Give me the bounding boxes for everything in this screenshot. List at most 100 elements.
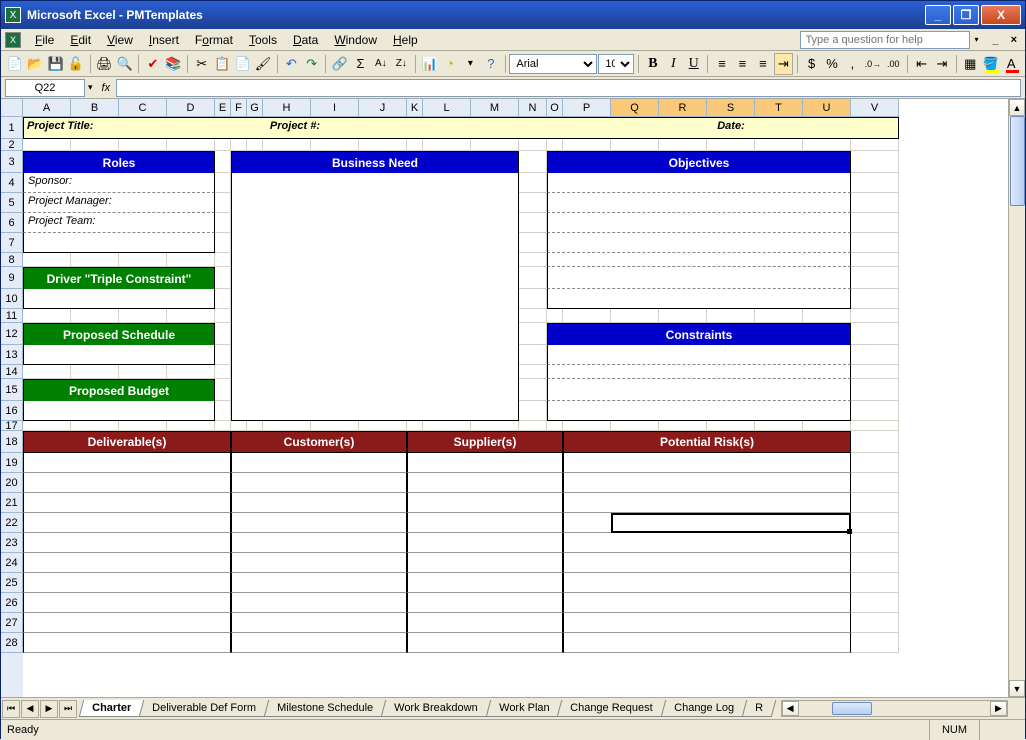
menu-file[interactable]: File (27, 30, 62, 50)
cell-V28[interactable] (851, 633, 899, 653)
sort-desc-button[interactable]: Z↓ (392, 53, 411, 75)
row-header-28[interactable]: 28 (1, 633, 23, 653)
cell-E6[interactable] (215, 213, 231, 233)
row-header-25[interactable]: 25 (1, 573, 23, 593)
deliverables-header[interactable]: Deliverable(s) (23, 431, 231, 453)
row-header-6[interactable]: 6 (1, 213, 23, 233)
risks-row-26[interactable] (563, 593, 851, 613)
cell-Q17[interactable] (611, 421, 659, 431)
cell-V3[interactable] (851, 151, 899, 173)
cell-N7[interactable] (519, 233, 547, 253)
suppliers-row-22[interactable] (407, 513, 563, 533)
cell-E12[interactable] (215, 323, 231, 345)
window-minimize-button[interactable]: _ (925, 5, 951, 25)
constraints-row-14[interactable] (547, 365, 851, 379)
row-header-10[interactable]: 10 (1, 289, 23, 309)
risks-row-24[interactable] (563, 553, 851, 573)
cell-E10[interactable] (215, 289, 231, 309)
objectives-row-7[interactable] (547, 233, 851, 253)
scroll-left-button[interactable]: ◀ (782, 701, 799, 716)
row-header-7[interactable]: 7 (1, 233, 23, 253)
cell-N16[interactable] (519, 401, 547, 421)
row-header-26[interactable]: 26 (1, 593, 23, 613)
sheet-tab-change-log[interactable]: Change Log (660, 700, 747, 717)
cell-D11[interactable] (167, 309, 215, 323)
cell-N3[interactable] (519, 151, 547, 173)
row-header-13[interactable]: 13 (1, 345, 23, 365)
vertical-scrollbar[interactable]: ▲ ▼ (1008, 99, 1025, 697)
deliverables-row-26[interactable] (23, 593, 231, 613)
cell-C8[interactable] (119, 253, 167, 267)
column-header-V[interactable]: V (851, 99, 899, 117)
suppliers-row-23[interactable] (407, 533, 563, 553)
row-header-8[interactable]: 8 (1, 253, 23, 267)
cut-button[interactable]: ✂ (192, 53, 211, 75)
cell-E7[interactable] (215, 233, 231, 253)
font-name-select[interactable]: Arial (509, 54, 597, 74)
deliverables-row-22[interactable] (23, 513, 231, 533)
help-button[interactable]: ? (481, 53, 500, 75)
column-header-F[interactable]: F (231, 99, 247, 117)
cell-K2[interactable] (407, 139, 423, 151)
row-header-16[interactable]: 16 (1, 401, 23, 421)
cell-V27[interactable] (851, 613, 899, 633)
align-center-button[interactable]: ≡ (733, 53, 752, 75)
column-header-C[interactable]: C (119, 99, 167, 117)
cell-N5[interactable] (519, 193, 547, 213)
scroll-down-button[interactable]: ▼ (1009, 680, 1025, 697)
cell-V17[interactable] (851, 421, 899, 431)
cell-I2[interactable] (311, 139, 359, 151)
format-painter-button[interactable]: 🖌 (253, 53, 272, 75)
cell-E17[interactable] (215, 421, 231, 431)
risks-header[interactable]: Potential Risk(s) (563, 431, 851, 453)
formula-bar[interactable] (116, 79, 1021, 97)
cell-T11[interactable] (755, 309, 803, 323)
cell-F17[interactable] (231, 421, 247, 431)
cell-N10[interactable] (519, 289, 547, 309)
undo-button[interactable]: ↶ (282, 53, 301, 75)
cell-M2[interactable] (471, 139, 519, 151)
objectives-row-6[interactable] (547, 213, 851, 233)
deliverables-row-23[interactable] (23, 533, 231, 553)
deliverables-row-24[interactable] (23, 553, 231, 573)
cell-D14[interactable] (167, 365, 215, 379)
menu-insert[interactable]: Insert (141, 30, 187, 50)
column-header-Q[interactable]: Q (611, 99, 659, 117)
risks-row-28[interactable] (563, 633, 851, 653)
cell-P11[interactable] (563, 309, 611, 323)
customers-row-22[interactable] (231, 513, 407, 533)
hyperlink-button[interactable]: 🔗 (330, 53, 349, 75)
sort-asc-button[interactable]: A↓ (371, 53, 390, 75)
cell-N2[interactable] (519, 139, 547, 151)
research-button[interactable]: 📚 (164, 53, 183, 75)
cell-N9[interactable] (519, 267, 547, 289)
column-header-U[interactable]: U (803, 99, 851, 117)
risks-row-20[interactable] (563, 473, 851, 493)
tab-nav-prev[interactable]: ◀ (21, 700, 39, 718)
deliverables-row-20[interactable] (23, 473, 231, 493)
cell-V5[interactable] (851, 193, 899, 213)
cell-C14[interactable] (119, 365, 167, 379)
objectives-header[interactable]: Objectives (547, 151, 851, 173)
cell-B17[interactable] (71, 421, 119, 431)
suppliers-header[interactable]: Supplier(s) (407, 431, 563, 453)
column-header-L[interactable]: L (423, 99, 471, 117)
objectives-row-9[interactable] (547, 267, 851, 289)
schedule-empty[interactable] (23, 345, 215, 365)
column-header-H[interactable]: H (263, 99, 311, 117)
column-header-P[interactable]: P (563, 99, 611, 117)
risks-row-19[interactable] (563, 453, 851, 473)
column-header-B[interactable]: B (71, 99, 119, 117)
row-header-17[interactable]: 17 (1, 421, 23, 431)
customers-row-19[interactable] (231, 453, 407, 473)
sheet-tab-r[interactable]: R (741, 700, 776, 717)
cell-V19[interactable] (851, 453, 899, 473)
cell-P17[interactable] (563, 421, 611, 431)
suppliers-row-26[interactable] (407, 593, 563, 613)
horizontal-scrollbar[interactable]: ◀ ▶ (781, 700, 1008, 717)
cell-A14[interactable] (23, 365, 71, 379)
roles-empty[interactable] (23, 233, 215, 253)
risks-row-21[interactable] (563, 493, 851, 513)
cell-N8[interactable] (519, 253, 547, 267)
zoom-dropdown[interactable]: ▾ (461, 53, 480, 75)
